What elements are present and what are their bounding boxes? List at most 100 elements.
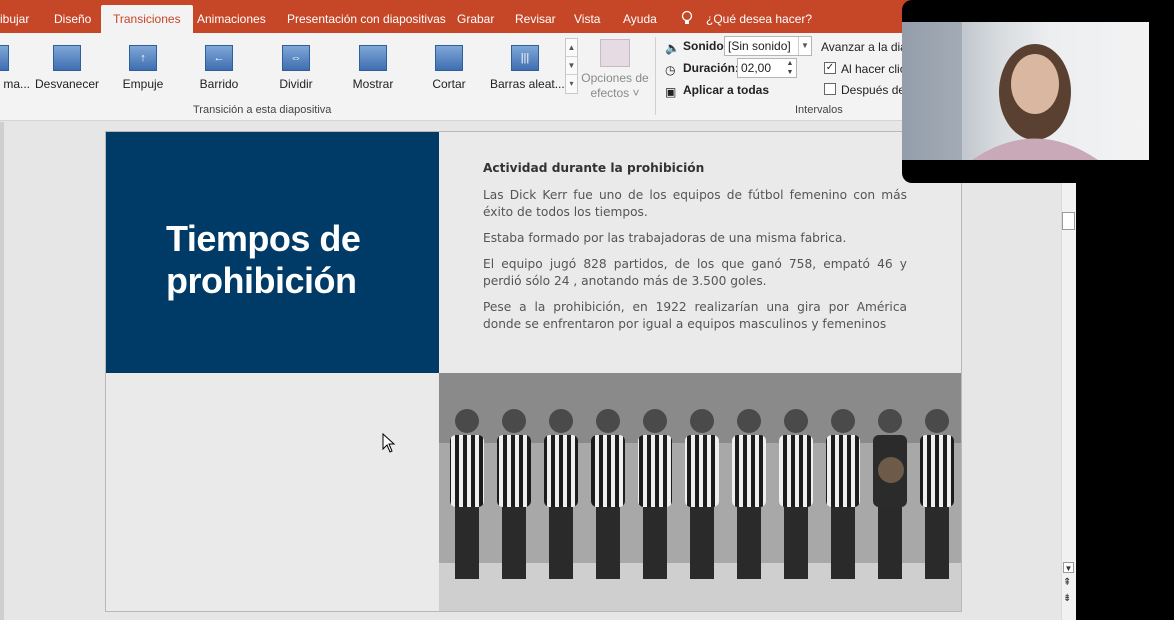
player-legs [831,507,855,579]
previous-slide-icon[interactable]: ⇞ [1063,578,1071,588]
lightbulb-icon [681,10,693,24]
player-head [831,409,855,433]
team-photo-image [439,373,961,611]
effect-options-icon [600,39,630,67]
next-slide-icon[interactable]: ⇟ [1063,594,1071,604]
player-head [596,409,620,433]
title-panel: Tiempos de prohibición [106,132,439,373]
body-paragraph: El equipo jugó 828 partidos, de los que … [483,257,907,288]
body-paragraph: Pese a la prohibición, en 1922 realizarí… [483,300,907,331]
scrollbar-thumb[interactable] [1062,212,1075,230]
player-legs [878,507,902,579]
apply-all-button[interactable]: ▣ Aplicar a todas [665,83,769,99]
player-head [549,409,573,433]
vertical-scrollbar[interactable] [1061,122,1076,620]
player-head [925,409,949,433]
tab-vista[interactable]: Vista [574,0,600,33]
after-label: Después de: [841,83,909,97]
tab-dibujar[interactable]: ibujar [0,0,29,33]
team-photo[interactable] [439,373,961,611]
duration-spinner[interactable]: 02,00 ▲ ▼ [737,58,797,78]
player-figure [685,435,719,507]
player-legs [925,507,949,579]
slide-canvas[interactable]: Tiempos de prohibición Actividad durante… [105,131,962,612]
on-click-label: Al hacer clic [841,62,906,76]
tab-transiciones[interactable]: Transiciones [101,5,193,33]
player-head [878,409,902,433]
player-figure [826,435,860,507]
slide-body-text[interactable]: Actividad durante la prohibición Las Dic… [483,160,907,342]
scroll-down-icon[interactable]: ▼ [1063,562,1074,573]
transition-empuje-button[interactable]: ↑ Empuje [108,41,178,97]
forma-icon [0,45,9,71]
player-figure [638,435,672,507]
ribbon-separator [655,37,656,115]
gallery-more-icon[interactable]: ▾ [566,75,577,93]
transition-cortar-button[interactable]: Cortar [414,41,484,97]
transition-barrido-button[interactable]: ← Barrido [184,41,254,97]
desvanecer-icon [53,45,81,71]
player-head [502,409,526,433]
tab-animaciones[interactable]: Animaciones [197,0,266,33]
player-legs [502,507,526,579]
advance-label: Avanzar a la diap [821,40,914,54]
player-figure [591,435,625,507]
body-paragraph: Estaba formado por las trabajadoras de u… [483,231,847,245]
player-head [690,409,714,433]
transition-barras-button[interactable]: ||| Barras aleat... [490,41,565,97]
player-legs [596,507,620,579]
transition-group-label: Transición a esta diapositiva [193,104,332,116]
barrido-icon: ← [205,45,233,71]
timing-group-label: Intervalos [795,104,843,116]
sound-select[interactable]: [Sin sonido] ▼ [724,36,812,56]
spinner-arrows-icon[interactable]: ▲ ▼ [784,59,796,77]
transition-mostrar-button[interactable]: Mostrar [338,41,408,97]
body-heading: Actividad durante la prohibición [483,161,705,175]
webcam-video [902,22,1149,160]
speaker-icon: 🔈 [665,41,680,55]
cortar-icon [435,45,463,71]
effect-options-button[interactable]: Opciones de efectos ˅ [580,39,650,101]
clock-icon: ◷ [665,63,676,77]
gallery-down-icon[interactable]: ▼ [566,57,577,75]
slide-title[interactable]: Tiempos de prohibición [166,218,426,302]
tab-ayuda[interactable]: Ayuda [623,0,657,33]
gallery-scroll[interactable]: ▲ ▼ ▾ [565,38,578,94]
tab-revisar[interactable]: Revisar [515,0,556,33]
transition-dividir-button[interactable]: ⇔ Dividir [261,41,331,97]
player-figure [450,435,484,507]
tab-grabar[interactable]: Grabar [457,0,494,33]
tab-diseno[interactable]: Diseño [54,0,91,33]
player-legs [784,507,808,579]
duration-row: ◷ Duración: [665,61,740,77]
chevron-down-icon[interactable]: ▼ [798,37,811,55]
mostrar-icon [359,45,387,71]
transition-desvanecer-button[interactable]: Desvanecer [32,41,102,97]
player-figure [920,435,954,507]
player-head [784,409,808,433]
on-click-checkbox[interactable]: ✓ [824,62,836,74]
tab-presentacion[interactable]: Presentación con diapositivas [287,0,446,33]
player-legs [690,507,714,579]
body-paragraph: Las Dick Kerr fue uno de los equipos de … [483,188,907,219]
player-figure [732,435,766,507]
gallery-up-icon[interactable]: ▲ [566,39,577,57]
barras-icon: ||| [511,45,539,71]
thumbnail-pane-edge[interactable] [0,122,4,620]
apply-all-icon: ▣ [665,85,677,99]
player-figure [544,435,578,507]
player-figure [497,435,531,507]
football-icon [878,457,904,483]
player-legs [455,507,479,579]
player-legs [737,507,761,579]
player-legs [549,507,573,579]
empuje-icon: ↑ [129,45,157,71]
dividir-icon: ⇔ [282,45,310,71]
player-head [737,409,761,433]
player-legs [643,507,667,579]
transition-forma-button[interactable]: ma... [0,41,30,97]
presenter-image [902,22,1098,160]
player-head [643,409,667,433]
after-checkbox[interactable] [824,83,836,95]
screen-edge [1076,122,1174,620]
